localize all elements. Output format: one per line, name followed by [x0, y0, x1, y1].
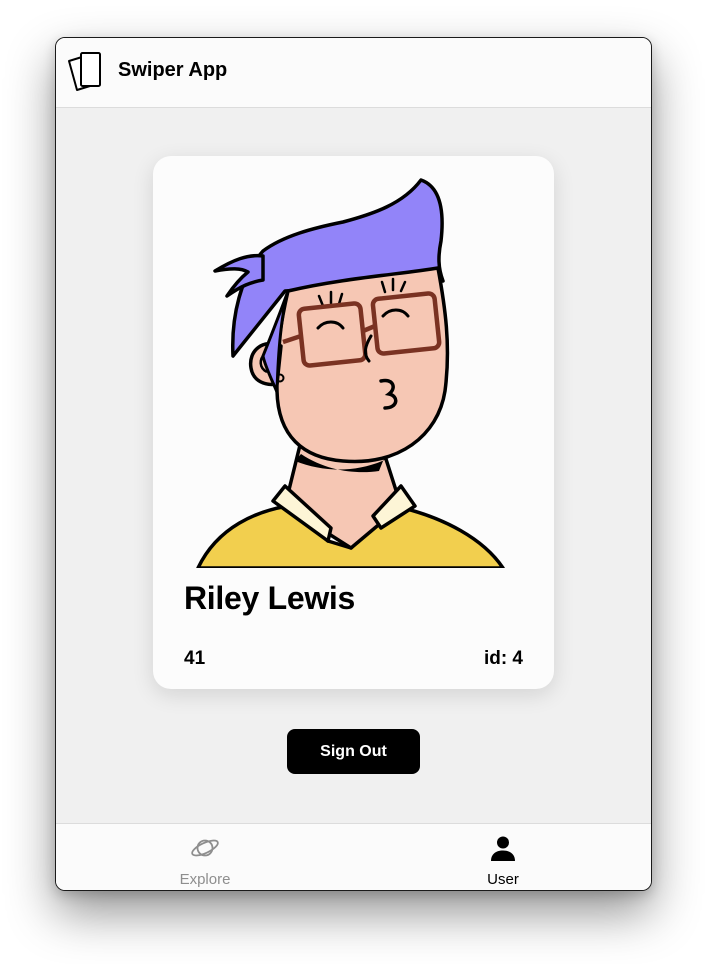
planet-icon	[191, 839, 219, 857]
user-icon	[491, 836, 515, 861]
tab-bar: Explore User	[56, 823, 651, 890]
profile-name: Riley Lewis	[184, 580, 355, 616]
profile-age: 41	[184, 648, 206, 669]
profile-id: id: 4	[483, 648, 523, 669]
tab-explore[interactable]: Explore	[56, 824, 354, 890]
cards-icon	[68, 52, 101, 91]
profile-card: Riley Lewis 41 id: 4	[153, 156, 554, 689]
app-header: Swiper App	[56, 38, 651, 108]
app-window: Swiper App Riley Lewis 41 id: 4 Sign Out…	[55, 37, 652, 891]
screen: Swiper App Riley Lewis 41 id: 4 Sign Out…	[0, 0, 707, 964]
avatar-illustration	[196, 178, 505, 568]
app-title: Swiper App	[118, 59, 228, 81]
tab-user-label: User	[487, 871, 519, 888]
sign-out-button[interactable]: Sign Out	[287, 729, 420, 774]
tab-user[interactable]: User	[354, 824, 651, 890]
tab-explore-label: Explore	[179, 871, 231, 888]
